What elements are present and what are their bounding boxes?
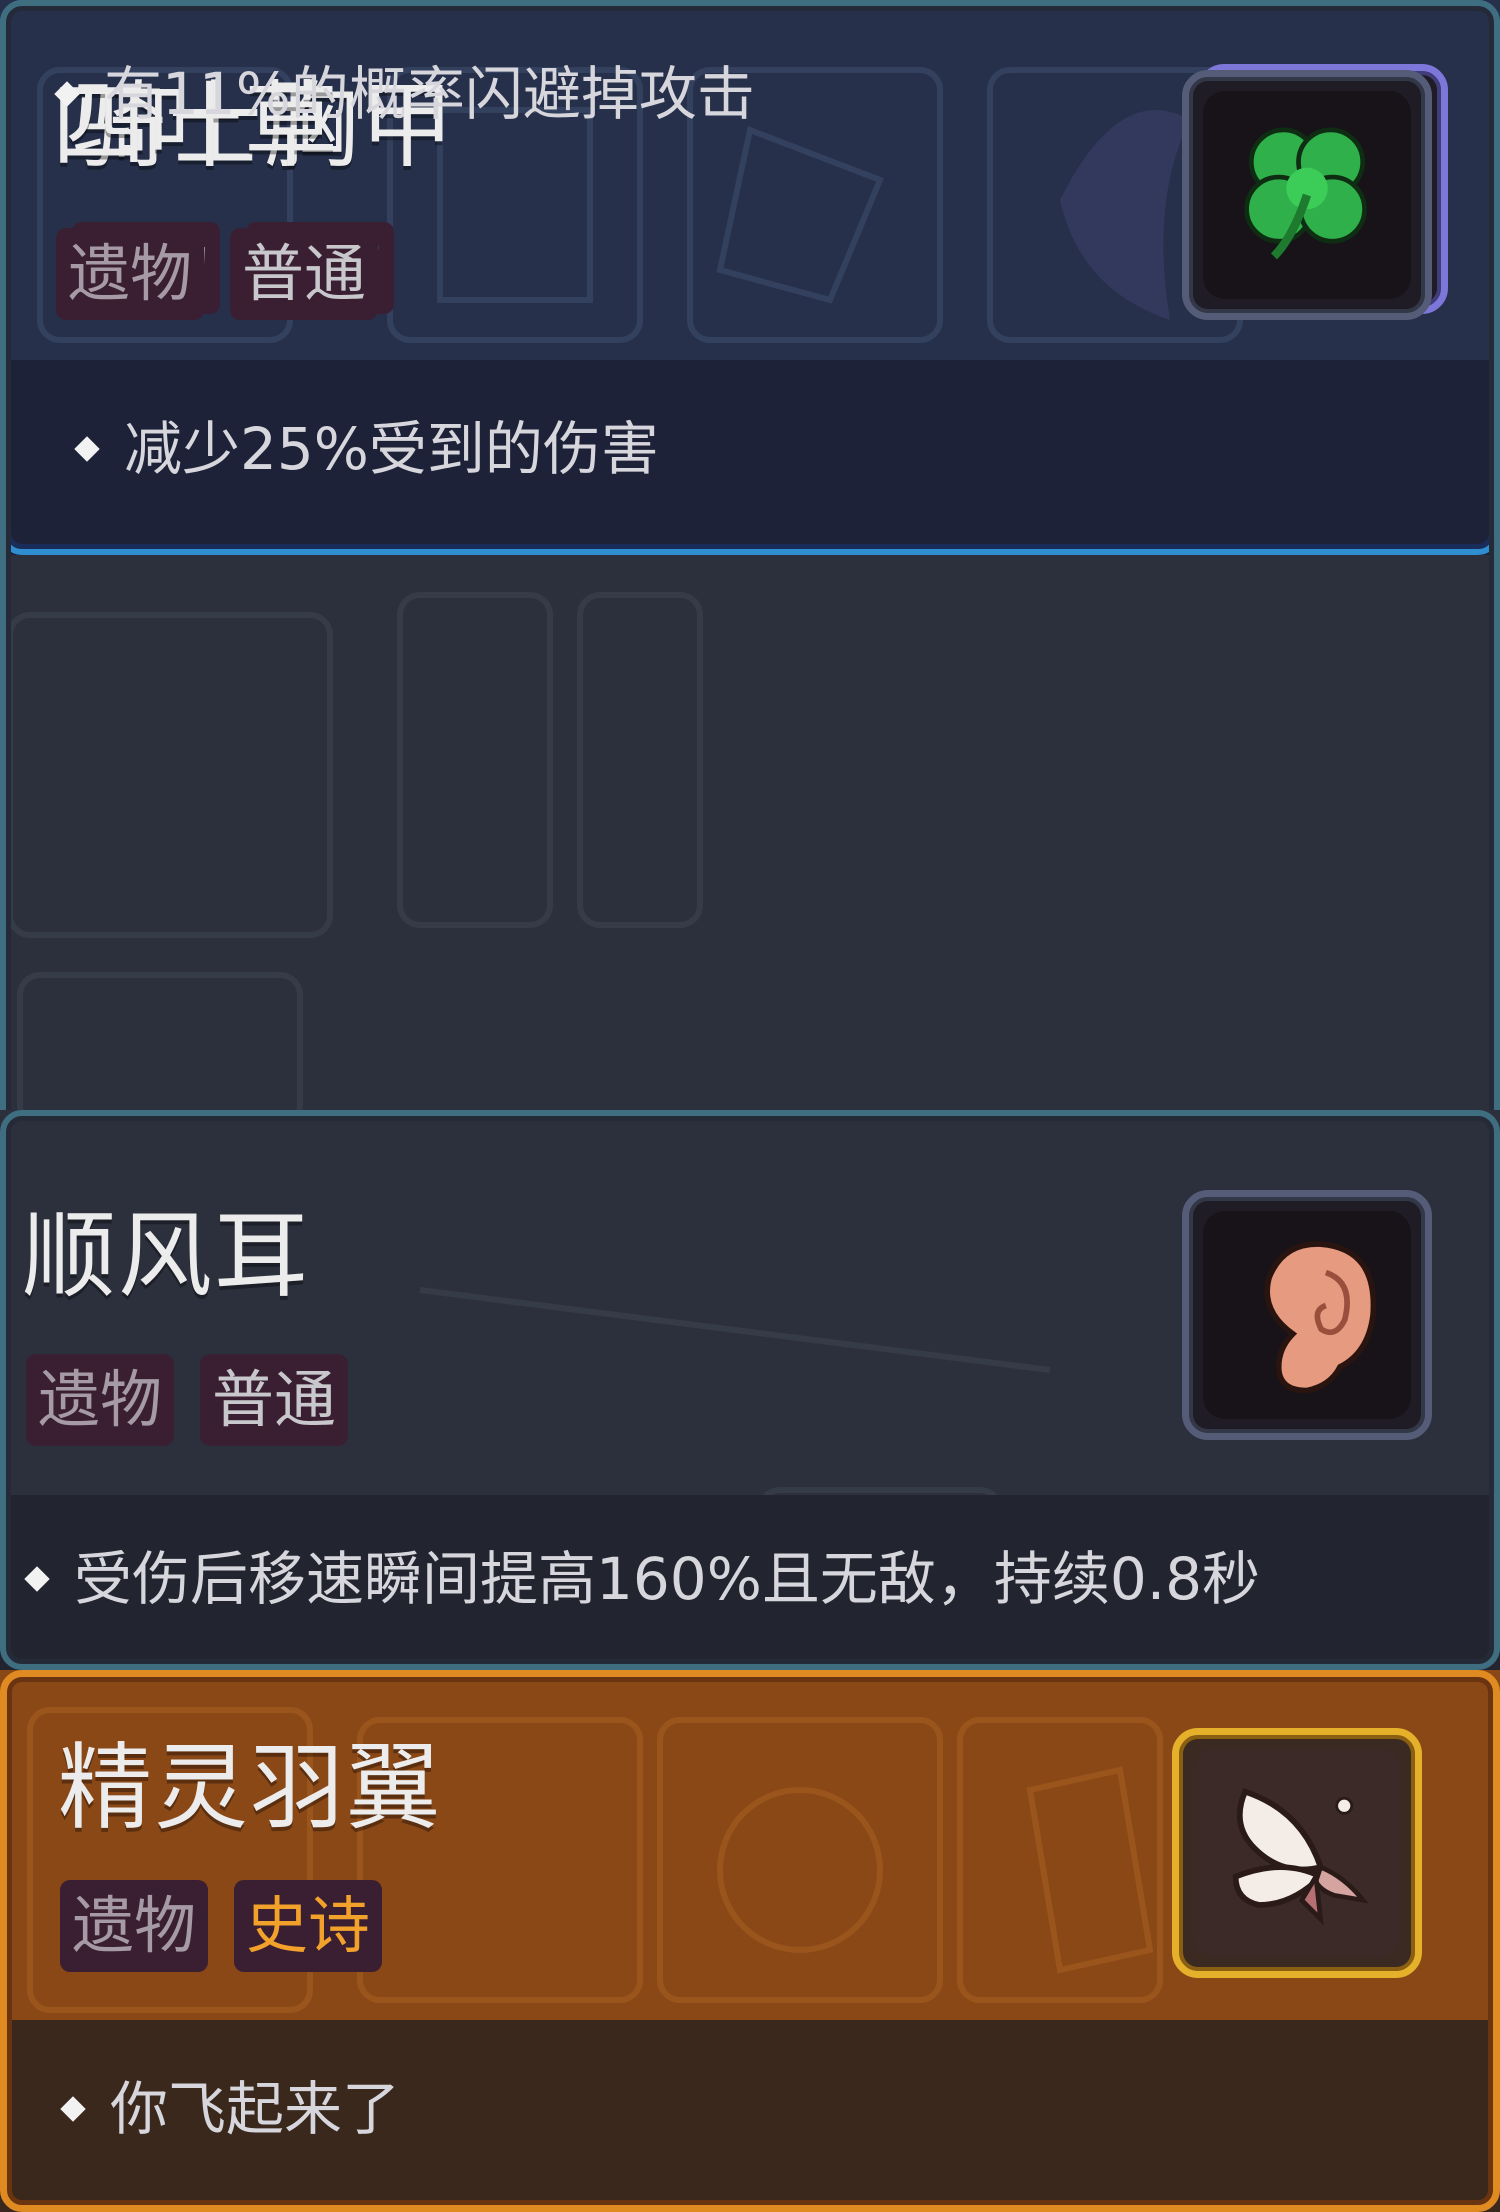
fairy-wing-icon <box>1232 1788 1369 1926</box>
item-icon-frame <box>1172 1728 1422 1978</box>
card-description: 你飞起来了 <box>110 2075 401 2143</box>
bullet-icon <box>74 436 100 462</box>
card-background-pattern <box>7 592 703 1110</box>
item-icon-frame <box>1182 1190 1432 1440</box>
card-title: 顺风耳 <box>22 1202 311 1311</box>
tag-rarity: 普通 <box>230 228 379 320</box>
relic-card-ear[interactable]: 顺风耳 遗物 普通 受伤后移速瞬间提高160%且无敌，持续0.8秒 <box>0 1110 1500 1670</box>
relic-card-four-leaf-clover[interactable] <box>0 555 1500 1110</box>
bullet-icon <box>60 2096 86 2122</box>
item-icon-frame <box>1182 70 1432 320</box>
card-title: 精灵羽翼 <box>58 1734 443 1843</box>
tag-relic: 遗物 <box>26 1354 175 1446</box>
card-description: 减少25%受到的伤害 <box>124 415 659 483</box>
card-description: 受伤后移速瞬间提高160%且无敌，持续0.8秒 <box>74 1545 1261 1613</box>
description-panel: 受伤后移速瞬间提高160%且无敌，持续0.8秒 <box>0 1495 1500 1670</box>
tag-relic: 遗物 <box>60 1880 209 1972</box>
description-panel: 你飞起来了 <box>0 2020 1500 2212</box>
tag-rarity: 普通 <box>200 1354 349 1446</box>
relic-card-fairy-wing[interactable]: 精灵羽翼 遗物 史诗 你飞起来了 <box>0 1670 1500 2212</box>
tag-rarity: 史诗 <box>234 1880 383 1972</box>
ear-icon <box>1264 1241 1377 1394</box>
description-panel: 减少25%受到的伤害 <box>0 360 1500 555</box>
card-description: 有11%的概率闪避掉攻击 <box>104 60 755 128</box>
bullet-icon <box>54 81 80 107</box>
tag-relic: 遗物 <box>56 228 205 320</box>
bullet-icon <box>24 1566 50 1592</box>
four-leaf-clover-icon <box>1244 127 1367 260</box>
